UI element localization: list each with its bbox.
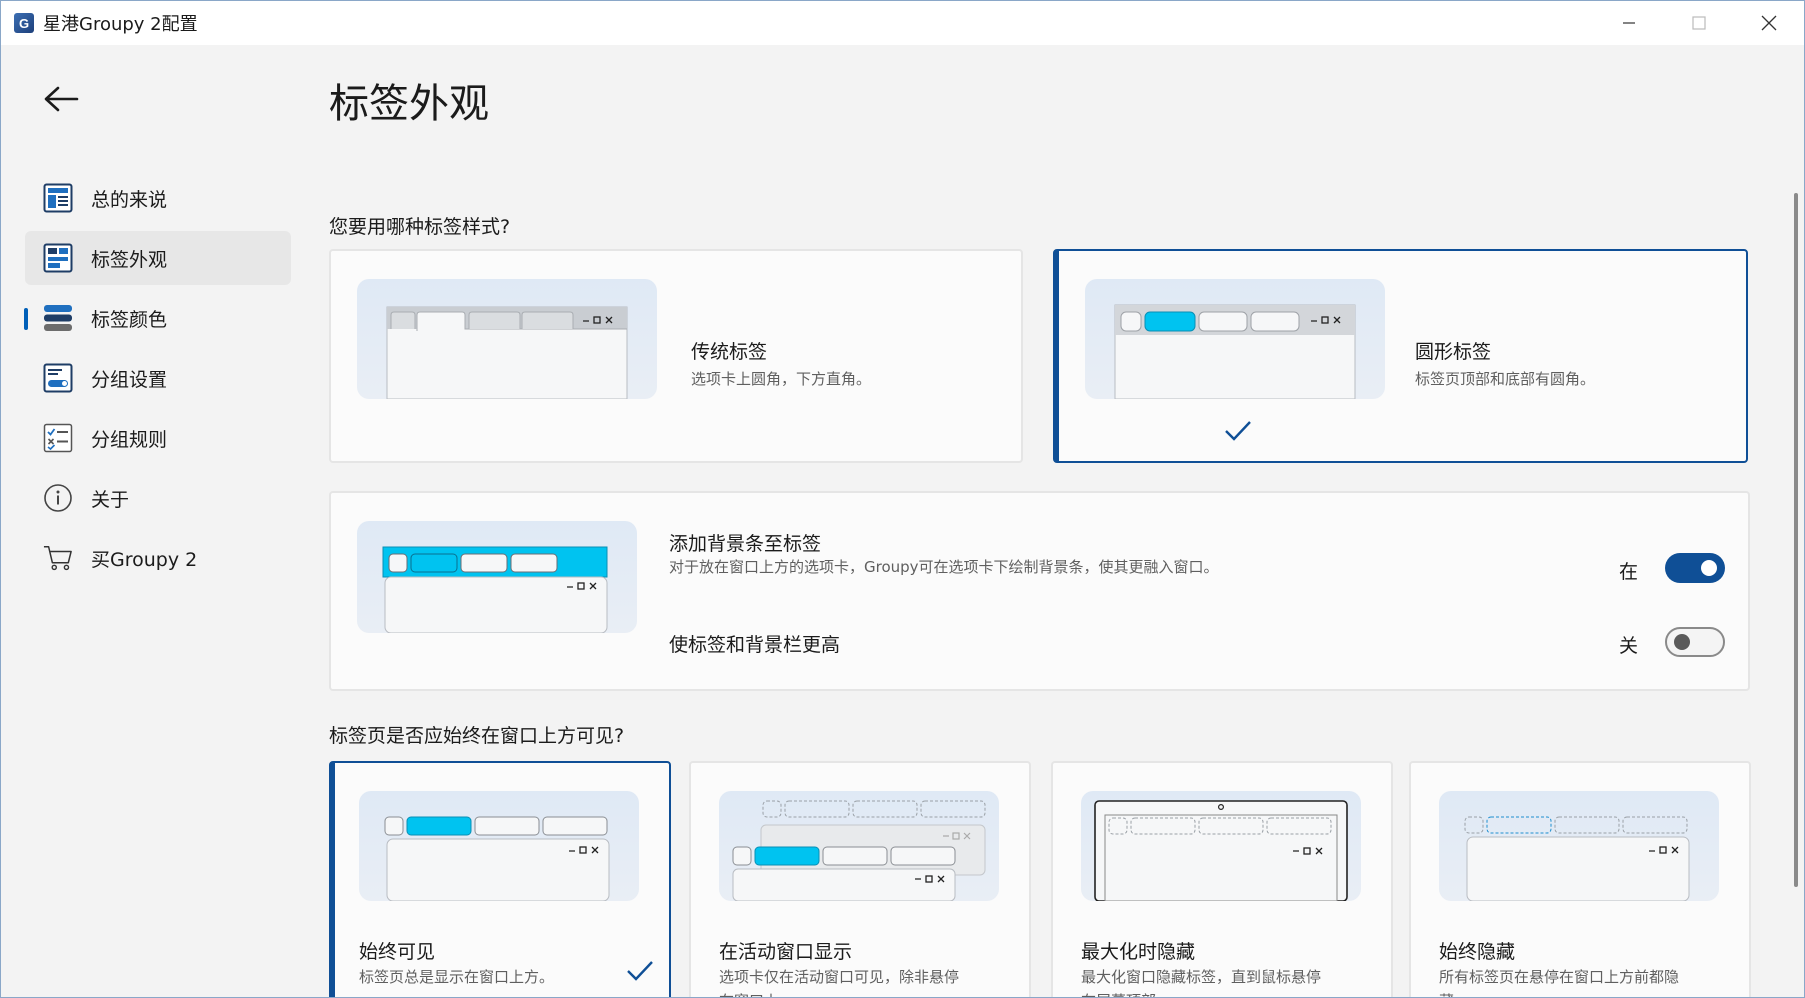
visibility-option-active-window[interactable]: 在活动窗口显示 选项卡仅在活动窗口可见，除非悬停在窗口上。	[689, 761, 1031, 997]
sidebar: 总的来说 标签外观 标签颜色 分组设置 分组规则 关于 买Groupy 2	[1, 45, 301, 997]
minimize-icon	[1623, 22, 1635, 24]
setting-title: 使标签和背景栏更高	[669, 634, 841, 656]
sidebar-item-label: 分组规则	[91, 428, 168, 451]
rounded-tab-preview	[1085, 279, 1385, 399]
maximize-icon	[1692, 16, 1706, 30]
sidebar-item-buy[interactable]: 买Groupy 2	[25, 531, 291, 585]
option-description: 所有标签页在悬停在窗口上方前都隐藏。	[1439, 968, 1680, 997]
page-title: 标签外观	[329, 81, 489, 127]
checkmark-icon	[1225, 421, 1251, 441]
sidebar-item-general[interactable]: 总的来说	[25, 171, 291, 225]
info-icon	[43, 483, 73, 513]
option-title: 传统标签	[691, 341, 768, 363]
group-settings-icon	[43, 363, 73, 393]
toggle-state-label: 关	[1619, 635, 1639, 657]
main-content: 标签外观 您要用哪种标签样式? 传统标签 选项卡上圆角，下方直角。 圆形标签 标…	[329, 45, 1751, 997]
traditional-tab-preview	[357, 279, 657, 399]
cart-icon	[43, 543, 73, 573]
option-title: 始终隐藏	[1439, 941, 1516, 963]
sidebar-item-label: 关于	[91, 488, 130, 511]
active-window-preview	[719, 791, 999, 901]
toggle-knob	[1674, 634, 1690, 650]
maximize-button[interactable]	[1664, 1, 1734, 45]
arrow-left-icon	[44, 86, 79, 112]
sidebar-item-group-rules[interactable]: 分组规则	[25, 411, 291, 465]
close-icon	[1761, 15, 1777, 31]
background-bar-preview	[357, 521, 637, 633]
option-title: 在活动窗口显示	[719, 941, 853, 963]
title-bar: G 星港Groupy 2配置	[1, 1, 1804, 45]
visibility-option-always-hidden[interactable]: 始终隐藏 所有标签页在悬停在窗口上方前都隐藏。	[1409, 761, 1751, 997]
taller-tabs-toggle[interactable]	[1665, 627, 1725, 657]
setting-title: 添加背景条至标签	[669, 533, 822, 555]
scrollbar-thumb[interactable]	[1794, 193, 1798, 887]
option-description: 标签页总是显示在窗口上方。	[359, 968, 555, 986]
back-button[interactable]	[39, 79, 83, 119]
option-title: 最大化时隐藏	[1081, 941, 1196, 963]
checkmark-icon	[627, 961, 653, 981]
tab-color-icon	[43, 303, 73, 333]
sidebar-nav: 总的来说 标签外观 标签颜色 分组设置 分组规则 关于 买Groupy 2	[24, 171, 291, 591]
option-title: 始终可见	[359, 941, 436, 963]
tab-style-option-traditional[interactable]: 传统标签 选项卡上圆角，下方直角。	[329, 249, 1023, 463]
sidebar-item-label: 标签颜色	[91, 308, 168, 331]
sidebar-item-tab-appearance[interactable]: 标签外观	[25, 231, 291, 285]
visibility-option-hide-maximized[interactable]: 最大化时隐藏 最大化窗口隐藏标签，直到鼠标悬停在屏幕顶部。	[1051, 761, 1393, 997]
toggle-knob	[1701, 560, 1717, 576]
sidebar-item-label: 总的来说	[91, 188, 168, 211]
close-button[interactable]	[1734, 1, 1804, 45]
selection-indicator	[24, 308, 28, 330]
tab-appearance-icon	[43, 243, 73, 273]
option-description: 选项卡仅在活动窗口可见，除非悬停在窗口上。	[719, 968, 960, 997]
sidebar-item-label: 买Groupy 2	[91, 548, 198, 571]
sidebar-item-tab-color[interactable]: 标签颜色	[24, 291, 291, 345]
option-title: 圆形标签	[1415, 341, 1492, 363]
sidebar-item-label: 标签外观	[91, 248, 168, 271]
window-controls	[1594, 1, 1804, 45]
add-background-bar-toggle[interactable]	[1665, 553, 1725, 583]
option-description: 选项卡上圆角，下方直角。	[691, 370, 872, 388]
tab-style-question: 您要用哪种标签样式?	[329, 216, 511, 238]
option-description: 最大化窗口隐藏标签，直到鼠标悬停在屏幕顶部。	[1081, 968, 1322, 997]
visibility-question: 标签页是否应始终在窗口上方可见?	[329, 725, 625, 747]
group-rules-icon	[43, 423, 73, 453]
hide-maximized-preview	[1081, 791, 1361, 901]
tab-style-option-rounded[interactable]: 圆形标签 标签页顶部和底部有圆角。	[1053, 249, 1748, 463]
sidebar-item-group-settings[interactable]: 分组设置	[25, 351, 291, 405]
sidebar-item-label: 分组设置	[91, 368, 168, 391]
toggle-state-label: 在	[1619, 561, 1639, 583]
option-description: 标签页顶部和底部有圆角。	[1415, 370, 1596, 388]
always-visible-preview	[359, 791, 639, 901]
sidebar-item-about[interactable]: 关于	[25, 471, 291, 525]
background-bar-card: 添加背景条至标签 对于放在窗口上方的选项卡，Groupy可在选项卡下绘制背景条，…	[329, 491, 1750, 691]
app-window: G 星港Groupy 2配置 总的来说 标签外观 标签颜色 分组设置 分组规则 …	[0, 0, 1805, 998]
setting-description: 对于放在窗口上方的选项卡，Groupy可在选项卡下绘制背景条，使其更融入窗口。	[669, 558, 1219, 576]
window-title: 星港Groupy 2配置	[43, 14, 198, 35]
minimize-button[interactable]	[1594, 1, 1664, 45]
general-settings-icon	[43, 183, 73, 213]
always-hidden-preview	[1439, 791, 1719, 901]
app-logo-icon: G	[14, 13, 34, 33]
vertical-scrollbar[interactable]	[1790, 45, 1804, 997]
visibility-option-always[interactable]: 始终可见 标签页总是显示在窗口上方。	[329, 761, 671, 997]
